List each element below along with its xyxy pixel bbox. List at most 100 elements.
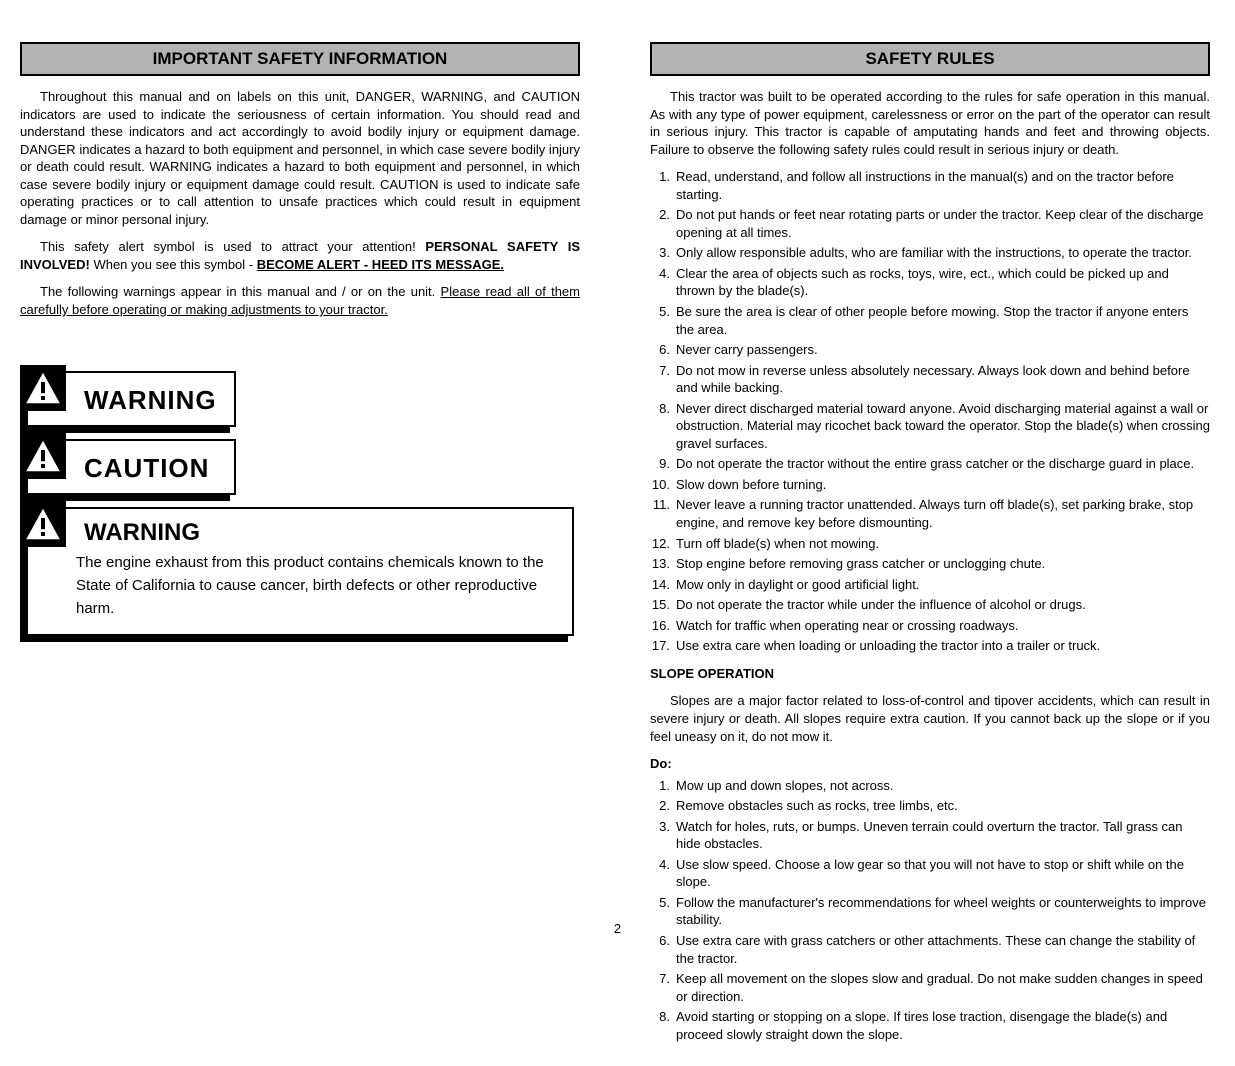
list-item: 4.Clear the area of objects such as rock… xyxy=(650,265,1210,300)
list-item: 12.Turn off blade(s) when not mowing. xyxy=(650,535,1210,553)
list-item: 11.Never leave a running tractor unatten… xyxy=(650,496,1210,531)
list-text: Use extra care when loading or unloading… xyxy=(676,637,1100,655)
para-following-warnings: The following warnings appear in this ma… xyxy=(20,283,580,318)
list-item: 14.Mow only in daylight or good artifici… xyxy=(650,576,1210,594)
list-text: Mow up and down slopes, not across. xyxy=(676,777,894,795)
list-item: 16.Watch for traffic when operating near… xyxy=(650,617,1210,635)
list-text: Watch for holes, ruts, or bumps. Uneven … xyxy=(676,818,1210,853)
list-text: Be sure the area is clear of other peopl… xyxy=(676,303,1210,338)
safety-rules-intro: This tractor was built to be operated ac… xyxy=(650,88,1210,158)
list-text: Avoid starting or stopping on a slope. I… xyxy=(676,1008,1210,1043)
list-item: 2.Do not put hands or feet near rotating… xyxy=(650,206,1210,241)
list-item: 1.Read, understand, and follow all instr… xyxy=(650,168,1210,203)
list-item: 13.Stop engine before removing grass cat… xyxy=(650,555,1210,573)
list-text: Only allow responsible adults, who are f… xyxy=(676,244,1192,262)
list-text: Slow down before turning. xyxy=(676,476,826,494)
safety-alert-pre: This safety alert symbol is used to attr… xyxy=(40,239,425,254)
list-text: Keep all movement on the slopes slow and… xyxy=(676,970,1210,1005)
list-number: 1. xyxy=(650,777,676,795)
section-banner-safety-info: IMPORTANT SAFETY INFORMATION xyxy=(20,42,580,76)
list-number: 7. xyxy=(650,970,676,1005)
warning-label: WARNING xyxy=(84,385,217,416)
list-number: 5. xyxy=(650,303,676,338)
list-item: 15.Do not operate the tractor while unde… xyxy=(650,596,1210,614)
list-text: Never leave a running tractor unattended… xyxy=(676,496,1210,531)
big-warning-label: WARNING xyxy=(84,519,560,547)
caution-callout: CAUTION xyxy=(26,439,236,495)
list-item: 8.Never direct discharged material towar… xyxy=(650,400,1210,453)
following-warnings-pre: The following warnings appear in this ma… xyxy=(40,284,441,299)
list-number: 10. xyxy=(650,476,676,494)
list-text: Never carry passengers. xyxy=(676,341,818,359)
list-number: 6. xyxy=(650,341,676,359)
left-column: IMPORTANT SAFETY INFORMATION Throughout … xyxy=(20,42,580,1046)
list-number: 11. xyxy=(650,496,676,531)
warning-callout: WARNING xyxy=(26,371,236,427)
list-text: Watch for traffic when operating near or… xyxy=(676,617,1019,635)
list-text: Remove obstacles such as rocks, tree lim… xyxy=(676,797,958,815)
list-number: 2. xyxy=(650,797,676,815)
list-item: 9.Do not operate the tractor without the… xyxy=(650,455,1210,473)
list-number: 7. xyxy=(650,362,676,397)
para-indicator-explanation: Throughout this manual and on labels on … xyxy=(20,88,580,228)
list-item: 7.Keep all movement on the slopes slow a… xyxy=(650,970,1210,1005)
list-number: 9. xyxy=(650,455,676,473)
list-number: 8. xyxy=(650,1008,676,1043)
list-number: 3. xyxy=(650,244,676,262)
list-number: 1. xyxy=(650,168,676,203)
list-text: Do not operate the tractor while under t… xyxy=(676,596,1086,614)
safety-alert-post: When you see this symbol - xyxy=(90,257,257,272)
list-number: 4. xyxy=(650,856,676,891)
list-number: 8. xyxy=(650,400,676,453)
list-text: Read, understand, and follow all instruc… xyxy=(676,168,1210,203)
list-text: Do not mow in reverse unless absolutely … xyxy=(676,362,1210,397)
list-item: 10.Slow down before turning. xyxy=(650,476,1210,494)
list-text: Stop engine before removing grass catche… xyxy=(676,555,1045,573)
list-item: 5.Be sure the area is clear of other peo… xyxy=(650,303,1210,338)
list-text: Turn off blade(s) when not mowing. xyxy=(676,535,879,553)
list-number: 3. xyxy=(650,818,676,853)
list-item: 3.Watch for holes, ruts, or bumps. Uneve… xyxy=(650,818,1210,853)
alert-triangle-icon xyxy=(20,365,66,411)
list-text: Do not operate the tractor without the e… xyxy=(676,455,1194,473)
alert-triangle-icon xyxy=(20,501,66,547)
list-item: 4.Use slow speed. Choose a low gear so t… xyxy=(650,856,1210,891)
list-number: 15. xyxy=(650,596,676,614)
list-number: 14. xyxy=(650,576,676,594)
list-item: 7.Do not mow in reverse unless absolutel… xyxy=(650,362,1210,397)
list-item: 17.Use extra care when loading or unload… xyxy=(650,637,1210,655)
right-column: SAFETY RULES This tractor was built to b… xyxy=(650,42,1210,1046)
list-number: 6. xyxy=(650,932,676,967)
list-number: 13. xyxy=(650,555,676,573)
caution-label: CAUTION xyxy=(84,453,209,484)
slope-intro: Slopes are a major factor related to los… xyxy=(650,692,1210,745)
safety-alert-underline: BECOME ALERT - HEED ITS MESSAGE. xyxy=(257,257,504,272)
alert-triangle-icon xyxy=(20,433,66,479)
list-number: 12. xyxy=(650,535,676,553)
do-heading: Do: xyxy=(650,755,1210,773)
list-item: 2.Remove obstacles such as rocks, tree l… xyxy=(650,797,1210,815)
list-text: Mow only in daylight or good artificial … xyxy=(676,576,920,594)
safety-rules-list: 1.Read, understand, and follow all instr… xyxy=(650,168,1210,655)
list-number: 4. xyxy=(650,265,676,300)
list-item: 6.Use extra care with grass catchers or … xyxy=(650,932,1210,967)
list-item: 8.Avoid starting or stopping on a slope.… xyxy=(650,1008,1210,1043)
list-number: 16. xyxy=(650,617,676,635)
list-item: 3.Only allow responsible adults, who are… xyxy=(650,244,1210,262)
page-number: 2 xyxy=(0,921,1235,936)
do-list: 1.Mow up and down slopes, not across.2.R… xyxy=(650,777,1210,1044)
list-number: 2. xyxy=(650,206,676,241)
list-text: Do not put hands or feet near rotating p… xyxy=(676,206,1210,241)
list-item: 6.Never carry passengers. xyxy=(650,341,1210,359)
slope-heading: SLOPE OPERATION xyxy=(650,665,1210,683)
section-banner-safety-rules: SAFETY RULES xyxy=(650,42,1210,76)
big-warning-callout: WARNING The engine exhaust from this pro… xyxy=(26,507,574,637)
list-text: Clear the area of objects such as rocks,… xyxy=(676,265,1210,300)
list-text: Use extra care with grass catchers or ot… xyxy=(676,932,1210,967)
list-item: 1.Mow up and down slopes, not across. xyxy=(650,777,1210,795)
para-safety-alert: This safety alert symbol is used to attr… xyxy=(20,238,580,273)
list-text: Never direct discharged material toward … xyxy=(676,400,1210,453)
big-warning-text: The engine exhaust from this product con… xyxy=(74,551,560,621)
list-number: 17. xyxy=(650,637,676,655)
list-text: Use slow speed. Choose a low gear so tha… xyxy=(676,856,1210,891)
